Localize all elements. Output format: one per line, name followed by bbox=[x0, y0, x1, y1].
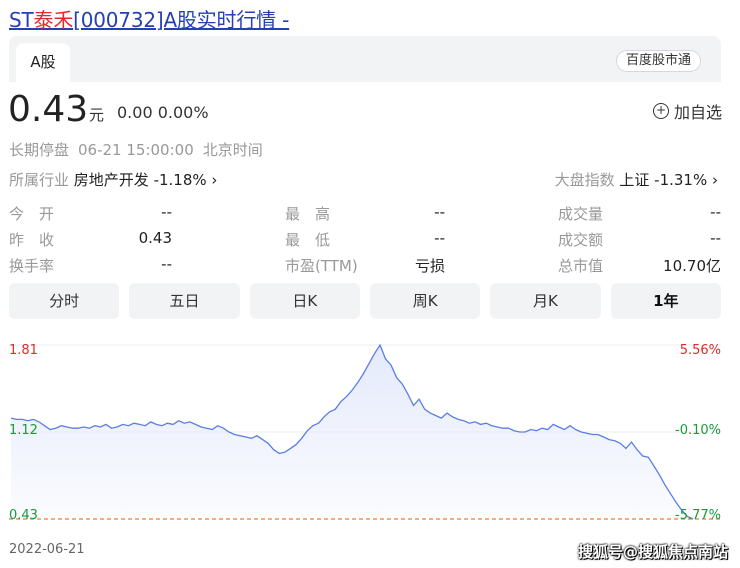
title-suffix: [000732]A股实时行情 - bbox=[73, 8, 290, 32]
tab-monthly-k[interactable]: 月K bbox=[490, 283, 601, 319]
market-index-label: 大盘指数 bbox=[554, 171, 615, 189]
stat-label-open: 今 开 bbox=[9, 205, 55, 223]
stat-label-market-cap: 总市值 bbox=[558, 257, 604, 275]
stat-label-turnover-rate: 换手率 bbox=[9, 257, 55, 275]
tab-five-day[interactable]: 五日 bbox=[129, 283, 240, 319]
stat-value-prev-close: 0.43 bbox=[138, 229, 172, 247]
price-chart-svg bbox=[9, 343, 721, 520]
plus-circle-icon: + bbox=[652, 103, 669, 119]
stat-value-turnover-rate: -- bbox=[161, 255, 172, 273]
stat-label-low: 最 低 bbox=[285, 231, 331, 249]
stat-value-pe: 亏损 bbox=[414, 257, 445, 275]
chart-start-date: 2022-06-21 bbox=[9, 542, 85, 557]
price-change: 0.00 0.00% bbox=[117, 103, 209, 122]
current-price: 0.43 bbox=[8, 89, 89, 130]
y-label-right-top: 5.56% bbox=[679, 343, 721, 358]
period-selector: 分时 五日 日K 周K 月K 1年 bbox=[9, 283, 721, 319]
y-label-left-mid: 1.12 bbox=[9, 423, 38, 438]
status-state: 长期停盘 bbox=[9, 141, 70, 159]
price-unit: 元 bbox=[89, 106, 105, 124]
tab-one-year[interactable]: 1年 bbox=[610, 283, 721, 319]
stat-value-market-cap: 10.70亿 bbox=[663, 257, 721, 275]
title-prefix: ST bbox=[9, 8, 34, 32]
stat-value-volume: -- bbox=[710, 203, 721, 221]
tab-weekly-k[interactable]: 周K bbox=[369, 283, 481, 319]
industry-label: 所属行业 bbox=[9, 171, 70, 189]
stat-value-turnover: -- bbox=[710, 229, 721, 247]
y-label-left-top: 1.81 bbox=[9, 343, 38, 358]
market-index-link[interactable]: 大盘指数 上证 -1.31% › bbox=[555, 169, 718, 190]
title-stock-name: 泰禾 bbox=[33, 8, 74, 32]
stat-label-prev-close: 昨 收 bbox=[9, 231, 55, 249]
trading-status: 长期停盘 06-21 15:00:00 北京时间 bbox=[9, 139, 272, 160]
watermark-text: 搜狐号@搜狐焦点南站 bbox=[577, 543, 728, 561]
add-watchlist-button[interactable]: + 加自选 bbox=[652, 99, 722, 123]
add-watchlist-label: 加自选 bbox=[673, 103, 722, 122]
stat-label-high: 最 高 bbox=[285, 205, 331, 223]
market-index-value: 上证 -1.31% › bbox=[619, 171, 718, 189]
y-label-left-bottom: 0.43 bbox=[9, 508, 38, 523]
status-time: 06-21 15:00:00 bbox=[78, 141, 194, 159]
page-title[interactable]: ST泰禾[000732]A股实时行情 - bbox=[9, 4, 289, 33]
stat-value-high: -- bbox=[434, 203, 445, 221]
industry-value: 房地产开发 -1.18% › bbox=[73, 171, 218, 189]
industry-link[interactable]: 所属行业 房地产开发 -1.18% › bbox=[9, 169, 217, 190]
stat-value-open: -- bbox=[161, 203, 172, 221]
stat-label-volume: 成交量 bbox=[558, 205, 604, 223]
tab-daily-k[interactable]: 日K bbox=[249, 283, 360, 319]
price-chart[interactable]: 1.81 1.12 0.43 5.56% -0.10% -5.77% bbox=[9, 333, 721, 533]
baidu-stock-badge[interactable]: 百度股市通 bbox=[615, 50, 701, 72]
tab-intraday[interactable]: 分时 bbox=[9, 283, 120, 319]
tab-bar: A股 百度股市通 bbox=[9, 36, 721, 82]
status-zone: 北京时间 bbox=[202, 141, 263, 159]
y-label-right-mid: -0.10% bbox=[675, 423, 721, 438]
stat-label-pe: 市盈(TTM) bbox=[285, 257, 358, 275]
stat-label-turnover: 成交额 bbox=[558, 231, 604, 249]
tab-a-share[interactable]: A股 bbox=[16, 43, 70, 82]
stat-value-low: -- bbox=[434, 229, 445, 247]
y-label-right-bottom: -5.77% bbox=[675, 508, 721, 523]
